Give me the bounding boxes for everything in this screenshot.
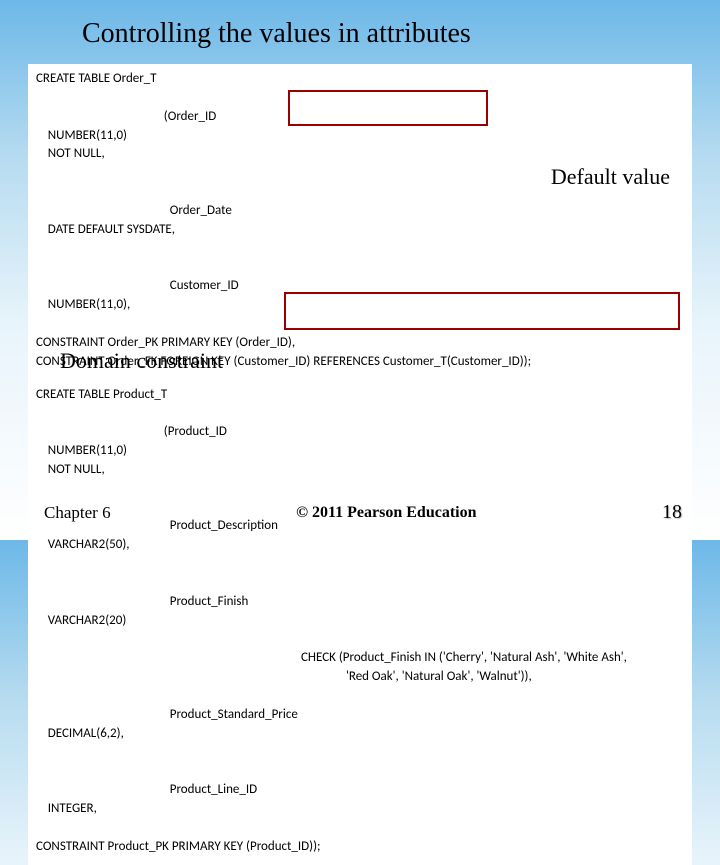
col-name: Customer_ID <box>48 277 313 296</box>
sql-line: Customer_ID NUMBER(11,0), <box>36 258 684 333</box>
sql-line: CREATE TABLE Product_T <box>36 386 684 405</box>
sql-line: CONSTRAINT Product_PK PRIMARY KEY (Produ… <box>36 838 684 857</box>
col-name: (Order_ID <box>48 108 313 127</box>
col-type: VARCHAR2(50), <box>48 536 228 555</box>
annotation-default-value: Default value <box>551 164 670 190</box>
footer-slide-number: 18 <box>662 501 682 524</box>
col-name: Order_Date <box>48 202 313 221</box>
sql-line: CREATE TABLE Order_T <box>36 70 684 89</box>
sql-line: Product_Standard_Price DECIMAL(6,2), <box>36 687 684 762</box>
sql-line: Product_Line_ID INTEGER, <box>36 762 684 837</box>
sql-line: Order_Date DATE DEFAULT SYSDATE, <box>36 183 684 258</box>
col-type: INTEGER, <box>48 800 228 819</box>
col-type: VARCHAR2(20) <box>48 612 228 631</box>
col-null: NOT NULL, <box>48 461 105 480</box>
col-type: DECIMAL(6,2), <box>48 725 228 744</box>
col-name: (Product_ID <box>48 423 313 442</box>
sql-check-line: CHECK (Product_Finish IN ('Cherry', 'Nat… <box>36 649 684 668</box>
col-type: NUMBER(11,0) <box>48 442 228 461</box>
footer-chapter: Chapter 6 <box>44 503 111 523</box>
slide-footer: Chapter 6 © 2011 Pearson Education 18 <box>0 501 720 524</box>
col-name: Product_Standard_Price <box>48 706 313 725</box>
col-null: NOT NULL, <box>48 145 105 164</box>
col-name: Product_Line_ID <box>48 781 313 800</box>
sql-line: (Product_ID NUMBER(11,0) NOT NULL, <box>36 404 684 498</box>
col-name: Product_Finish <box>48 593 313 612</box>
col-type: DATE DEFAULT SYSDATE, <box>48 221 228 240</box>
slide-title: Controlling the values in attributes <box>0 0 720 60</box>
col-type: NUMBER(11,0), <box>48 296 228 315</box>
annotation-domain-constraint: Domain constraint <box>60 348 223 374</box>
sql-line: Product_Finish VARCHAR2(20) <box>36 574 684 649</box>
footer-copyright: © 2011 Pearson Education <box>111 504 662 522</box>
col-type: NUMBER(11,0) <box>48 127 228 146</box>
sql-check-line: 'Red Oak', 'Natural Oak', 'Walnut')), <box>36 668 684 687</box>
